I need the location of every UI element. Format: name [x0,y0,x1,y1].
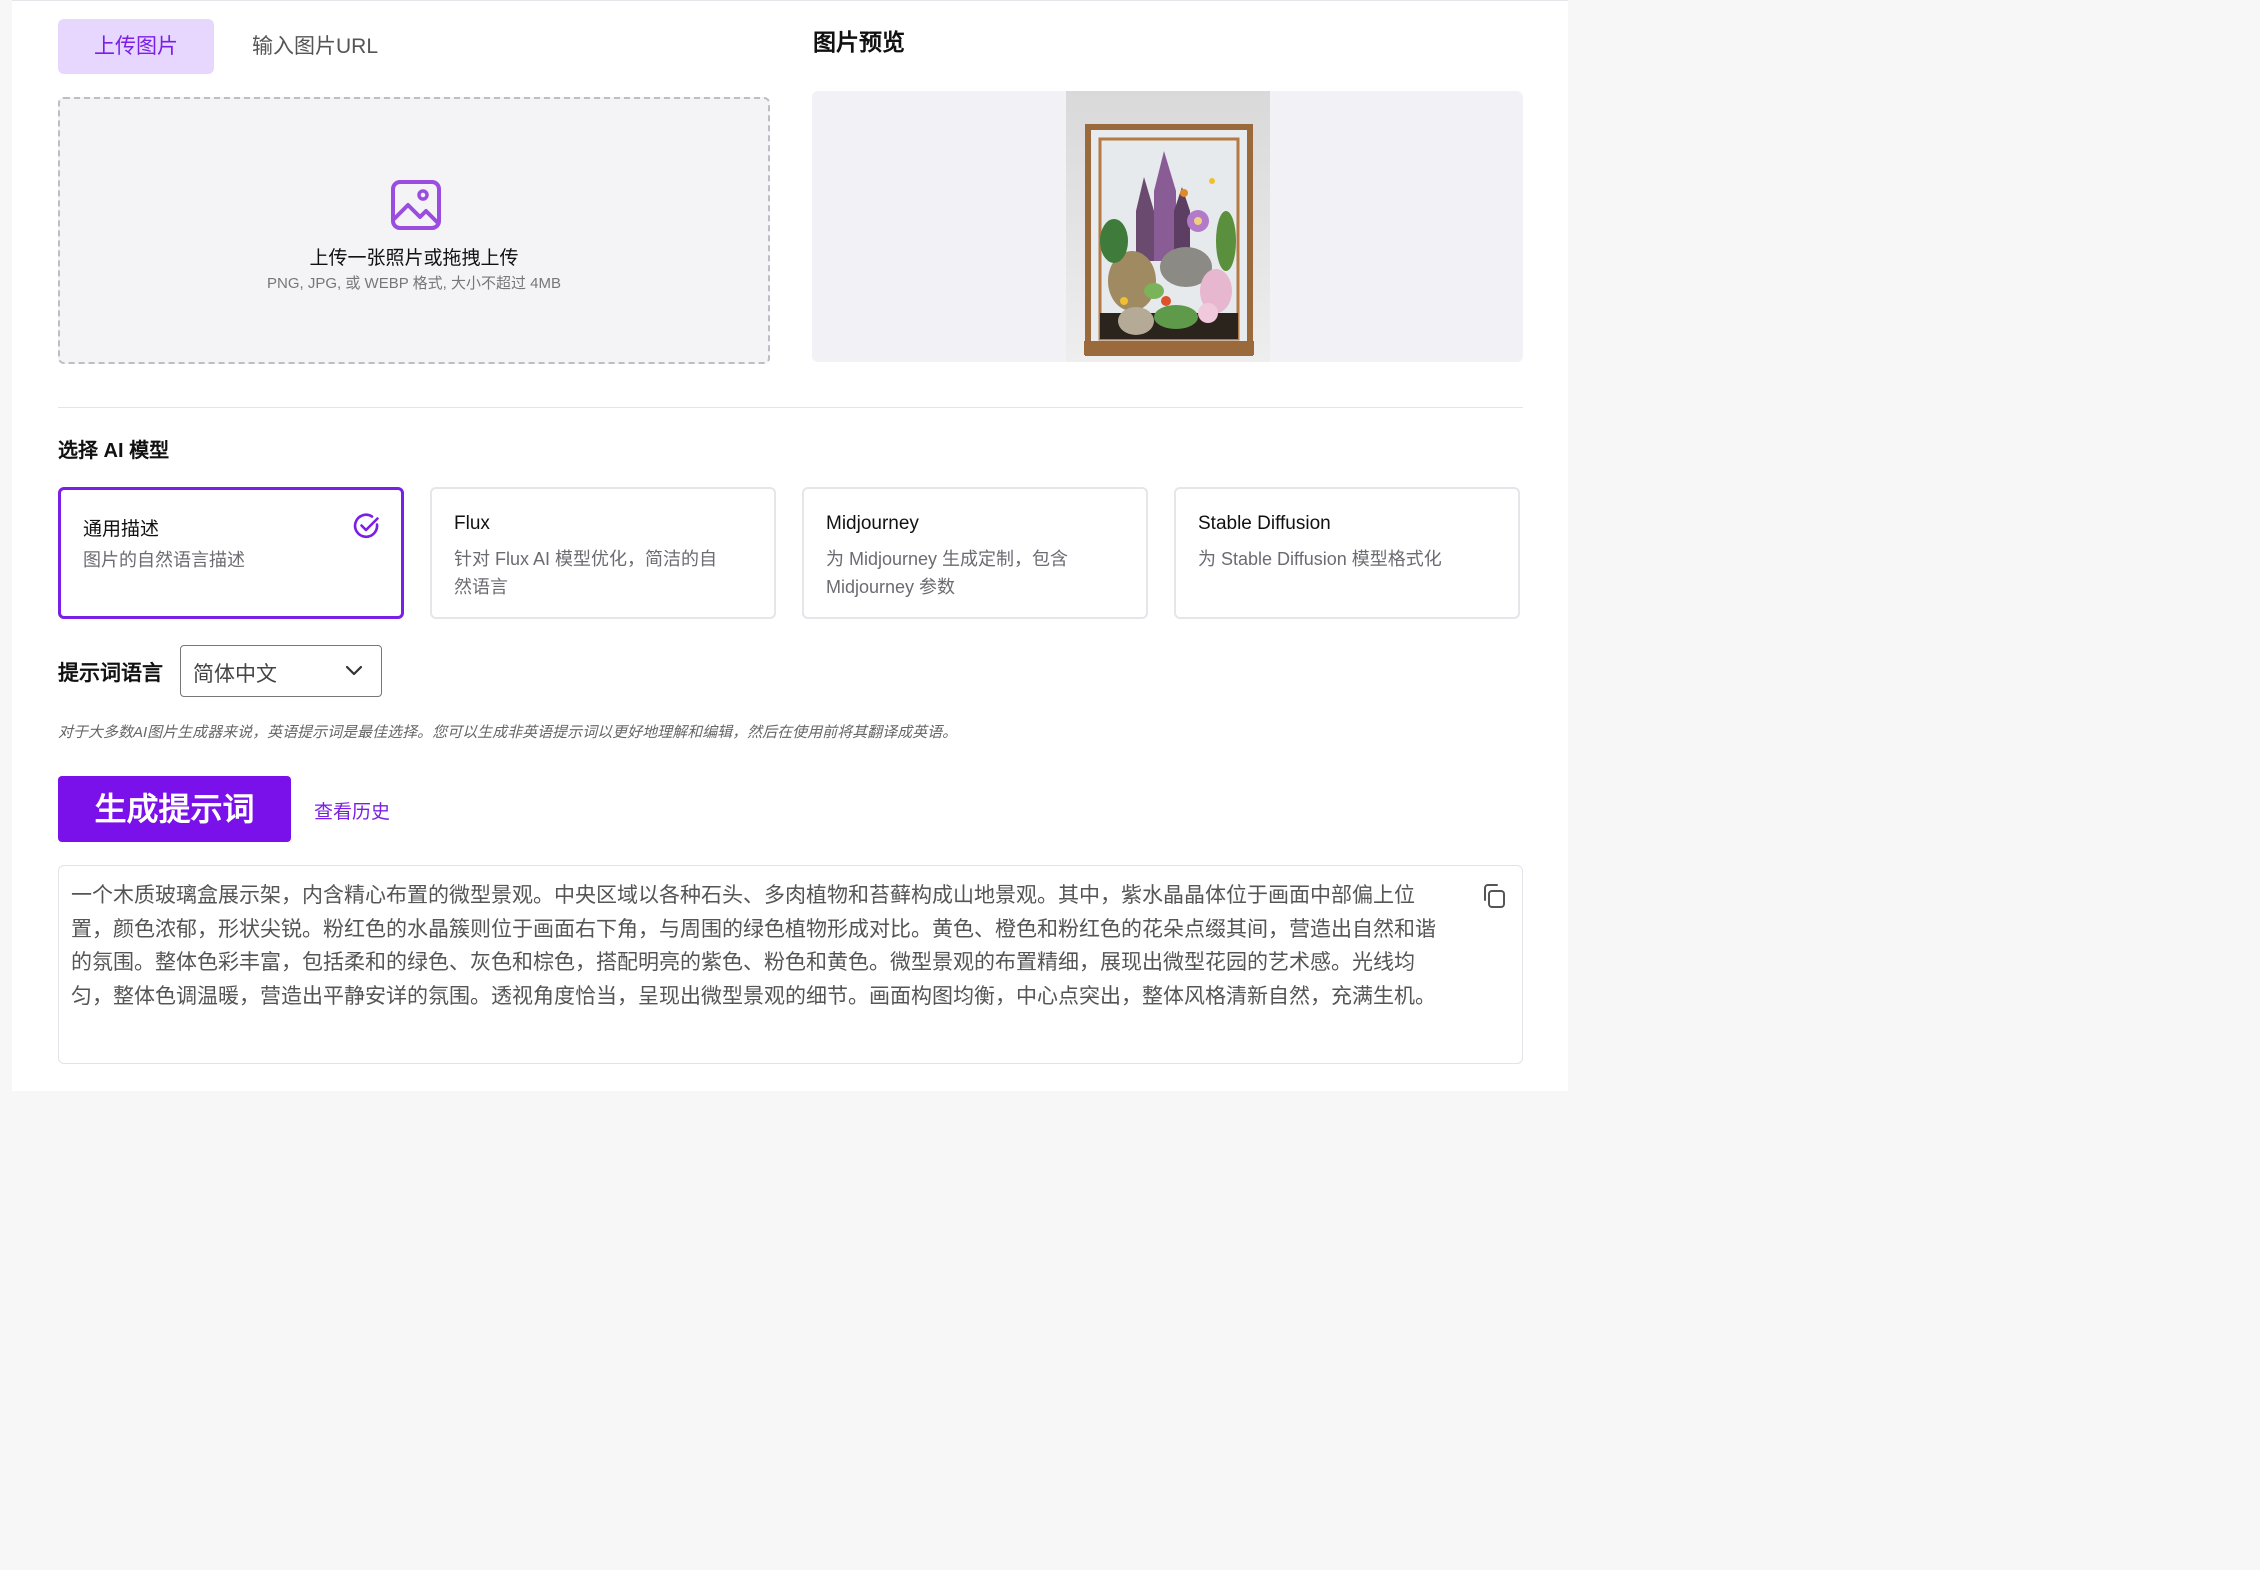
prompt-language-value: 简体中文 [193,663,277,686]
page: 上传图片 输入图片URL 图片预览 上传一张照片或拖拽上传 PNG, JPG, … [12,0,1568,1091]
model-card-general[interactable]: 通用描述 图片的自然语言描述 [58,487,404,619]
tab-image-url[interactable]: 输入图片URL [218,19,412,74]
language-hint: 对于大多数AI图片生成器来说，英语提示词是最佳选择。您可以生成非英语提示词以更好… [58,724,958,741]
model-card-desc: 图片的自然语言描述 [83,550,245,570]
preview-title: 图片预览 [813,29,905,55]
prompt-language-label: 提示词语言 [58,662,163,685]
model-card-title: Flux [454,513,490,534]
model-card-title: Stable Diffusion [1198,513,1331,534]
model-card-flux[interactable]: Flux 针对 Flux AI 模型优化，简洁的自然语言 [430,487,776,619]
terrarium-preview-image [1066,91,1270,362]
model-card-stable-diffusion[interactable]: Stable Diffusion 为 Stable Diffusion 模型格式… [1174,487,1520,619]
check-circle-icon [353,513,379,539]
tab-upload-image[interactable]: 上传图片 [58,19,214,74]
upload-format-hint: PNG, JPG, 或 WEBP 格式, 大小不超过 4MB [267,275,561,292]
model-card-desc: 针对 Flux AI 模型优化，简洁的自然语言 [454,549,718,597]
model-card-desc: 为 Midjourney 生成定制，包含 Midjourney 参数 [826,549,1069,597]
model-card-title: 通用描述 [83,519,160,540]
image-preview [812,91,1523,362]
prompt-result-box[interactable]: 一个木质玻璃盒展示架，内含精心布置的微型景观。中央区域以各种石头、多肉植物和苔藓… [58,865,1523,1064]
generate-prompt-button[interactable]: 生成提示词 [58,776,291,842]
chevron-down-icon [345,665,363,676]
model-card-desc: 为 Stable Diffusion 模型格式化 [1198,549,1442,569]
model-section-title: 选择 AI 模型 [58,440,170,462]
upload-main-text: 上传一张照片或拖拽上传 [309,248,519,269]
model-card-midjourney[interactable]: Midjourney 为 Midjourney 生成定制，包含 Midjourn… [802,487,1148,619]
prompt-language-select[interactable]: 简体中文 [180,645,382,697]
model-card-title: Midjourney [826,513,919,534]
prompt-result-text: 一个木质玻璃盒展示架，内含精心布置的微型景观。中央区域以各种石头、多肉植物和苔藓… [71,884,1436,1008]
section-divider [58,407,1523,408]
view-history-link[interactable]: 查看历史 [314,797,390,824]
image-upload-icon [391,180,441,230]
copy-icon[interactable] [1480,882,1508,910]
upload-dropzone[interactable]: 上传一张照片或拖拽上传 PNG, JPG, 或 WEBP 格式, 大小不超过 4… [58,97,770,364]
